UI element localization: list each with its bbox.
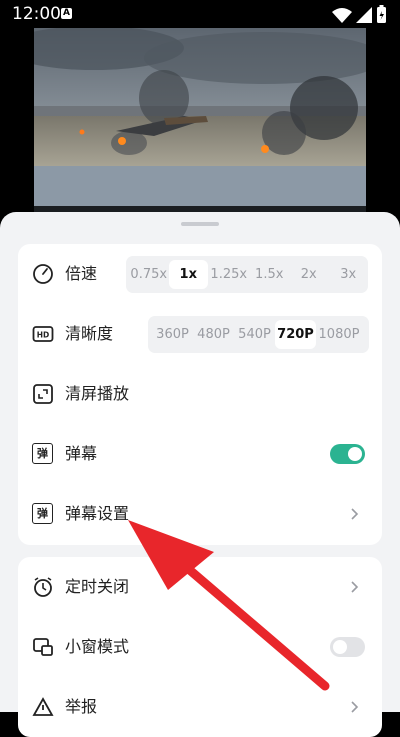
mini-window-row: 小窗模式 (18, 617, 382, 677)
status-icons (332, 5, 386, 23)
mini-window-toggle[interactable] (330, 637, 365, 657)
quality-option-540p[interactable]: 540P (234, 320, 275, 349)
speed-option-2x[interactable]: 2x (289, 260, 329, 289)
speed-option-1.5x[interactable]: 1.5x (249, 260, 289, 289)
timer-row[interactable]: 定时关闭 (18, 557, 382, 617)
status-time: 12:00 (12, 4, 61, 24)
alarm-clock-icon (34, 577, 52, 597)
quality-selector: 360P 480P 540P 720P 1080P (148, 316, 369, 353)
chevron-right-icon (351, 581, 359, 593)
clear-screen-row[interactable]: 清屏播放 (18, 364, 382, 424)
settings-sheet: 倍速 0.75x 1x 1.25x 1.5x 2x 3x HD 清晰度 360P… (0, 212, 400, 737)
more-settings-card: 定时关闭 小窗模式 举报 (18, 557, 382, 737)
playback-settings-card: 倍速 0.75x 1x 1.25x 1.5x 2x 3x HD 清晰度 360P… (18, 244, 382, 545)
sheet-drag-handle[interactable] (181, 222, 219, 226)
speed-option-1x[interactable]: 1x (168, 260, 208, 289)
svg-text:HD: HD (37, 331, 50, 340)
quality-option-720p[interactable]: 720P (275, 320, 316, 349)
danmaku-settings-row[interactable]: 弹 弹幕设置 (18, 484, 382, 544)
speed-option-3x[interactable]: 3x (328, 260, 368, 289)
speed-selector: 0.75x 1x 1.25x 1.5x 2x 3x (126, 256, 368, 293)
quality-option-1080p[interactable]: 1080P (316, 320, 362, 349)
video-player[interactable] (0, 28, 400, 218)
timer-label: 定时关闭 (65, 577, 130, 596)
quality-option-480p[interactable]: 480P (193, 320, 234, 349)
speed-option-0.75x[interactable]: 0.75x (129, 260, 169, 289)
speed-option-1.25x[interactable]: 1.25x (208, 260, 249, 289)
clear-screen-icon (33, 384, 53, 404)
status-bar: 12:00 A (0, 0, 400, 28)
danmaku-settings-icon: 弹 (32, 503, 53, 524)
video-frame (34, 28, 366, 218)
chevron-right-icon (351, 508, 359, 520)
mini-window-toggle-knob (333, 640, 347, 654)
report-row[interactable]: 举报 (18, 677, 382, 737)
speed-label: 倍速 (65, 264, 98, 283)
danmaku-toggle[interactable] (330, 444, 365, 464)
signal-icon (356, 7, 372, 23)
report-label: 举报 (65, 697, 98, 716)
danmaku-row: 弹 弹幕 (18, 424, 382, 484)
danmaku-label: 弹幕 (65, 444, 98, 463)
danmaku-icon: 弹 (32, 443, 53, 464)
quality-row: HD 清晰度 360P 480P 540P 720P 1080P (18, 304, 382, 364)
wifi-icon (332, 8, 352, 23)
danmaku-toggle-knob (348, 447, 362, 461)
warning-icon (32, 697, 54, 716)
chevron-right-icon (351, 701, 359, 713)
danmaku-settings-label: 弹幕设置 (65, 504, 130, 523)
notification-a-icon: A (61, 8, 72, 19)
speed-row: 倍速 0.75x 1x 1.25x 1.5x 2x 3x (18, 244, 382, 304)
mini-window-label: 小窗模式 (65, 637, 130, 656)
clear-screen-label: 清屏播放 (65, 384, 130, 403)
quality-label: 清晰度 (65, 324, 114, 343)
picture-in-picture-icon (33, 638, 53, 656)
hd-icon: HD (32, 326, 54, 342)
speedometer-icon (33, 264, 53, 284)
quality-option-360p[interactable]: 360P (152, 320, 193, 349)
